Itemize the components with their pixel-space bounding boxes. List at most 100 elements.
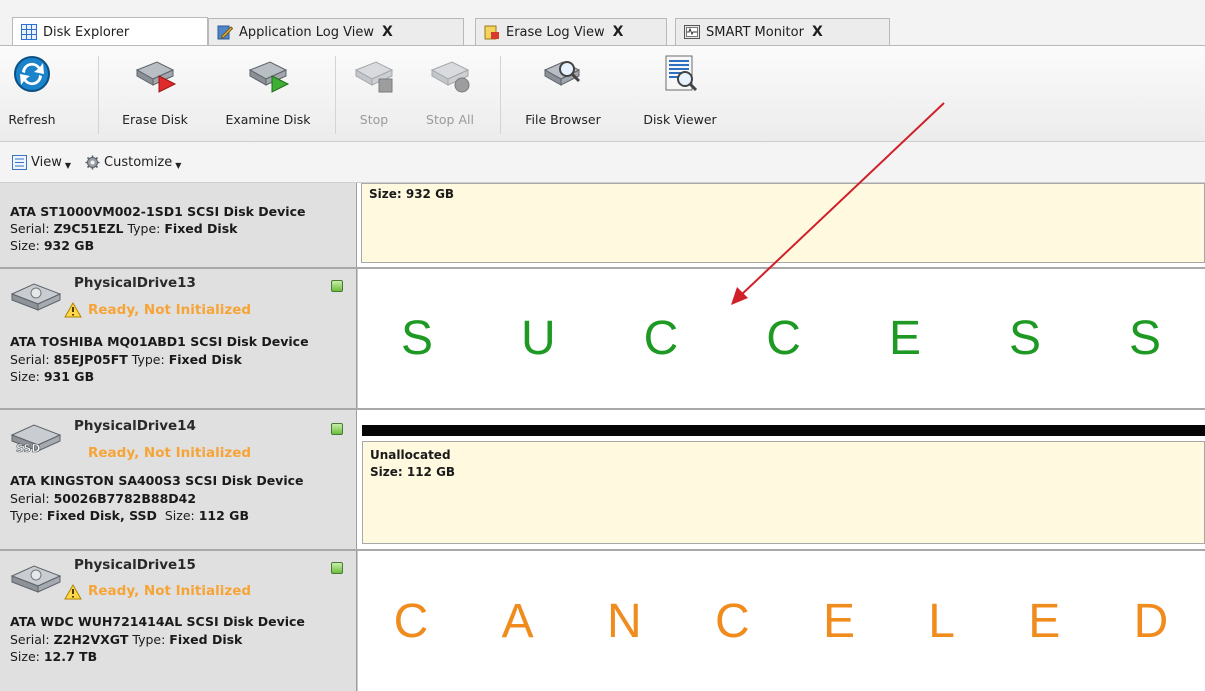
hard-disk-icon xyxy=(10,283,62,311)
disk-serial-type: Serial: Z2H2VXGT Type: Fixed Disk xyxy=(10,632,242,647)
type-value: Fixed Disk, SSD xyxy=(46,508,157,523)
hard-disk-icon xyxy=(10,565,62,593)
disk-model: ATA TOSHIBA MQ01ABD1 SCSI Disk Device xyxy=(10,334,309,349)
close-icon[interactable]: X xyxy=(613,24,624,40)
result-letter: C xyxy=(714,594,750,648)
result-letter: S xyxy=(1008,312,1041,365)
partition-box[interactable]: Size: 932 GB xyxy=(361,183,1205,263)
view-list-icon xyxy=(12,154,27,170)
disk-layout-bar xyxy=(362,425,1205,436)
type-label: Type: xyxy=(131,352,165,367)
disk-status: Ready, Not Initialized xyxy=(88,583,252,599)
serial-label: Serial: xyxy=(10,221,50,236)
stop-all-label: Stop All xyxy=(426,112,474,127)
customize-menu[interactable]: Customize ▼ xyxy=(85,155,181,170)
toolbar-divider xyxy=(98,56,99,134)
tab-label: Erase Log View xyxy=(506,24,605,40)
size-value: 932 GB xyxy=(43,238,95,253)
result-letter: C xyxy=(766,312,801,365)
disk-model: ATA KINGSTON SA400S3 SCSI Disk Device xyxy=(10,473,304,488)
view-label: View xyxy=(31,154,62,170)
examine-disk-icon xyxy=(248,61,290,93)
disk-serial: Serial: 50026B7782B88D42 xyxy=(10,491,196,506)
size-label: Size: xyxy=(10,369,40,384)
examine-disk-label: Examine Disk xyxy=(225,112,311,127)
result-letter: E xyxy=(822,594,855,648)
tab-label: SMART Monitor xyxy=(706,24,804,40)
chevron-down-icon: ▼ xyxy=(175,160,182,170)
examine-disk-button[interactable]: Examine Disk xyxy=(213,52,323,138)
size-label: Size: xyxy=(10,238,40,253)
result-success: SUCCESS xyxy=(357,269,1205,408)
stop-all-button[interactable]: Stop All xyxy=(415,52,485,138)
serial-label: Serial: xyxy=(10,352,50,367)
status-led xyxy=(331,280,343,292)
refresh-button[interactable]: Refresh xyxy=(8,52,56,138)
refresh-label: Refresh xyxy=(8,112,56,127)
gear-icon xyxy=(85,155,100,169)
disk-viewer-label: Disk Viewer xyxy=(643,112,717,127)
tab-application-log-view[interactable]: Application Log View X xyxy=(208,18,464,45)
serial-label: Serial: xyxy=(10,632,50,647)
type-label: Type: xyxy=(132,632,166,647)
tab-smart-monitor[interactable]: SMART Monitor X xyxy=(675,18,890,45)
erase-disk-label: Erase Disk xyxy=(122,112,188,127)
disk-status: Ready, Not Initialized xyxy=(88,302,252,318)
result-letter: D xyxy=(1133,594,1169,648)
disk-name: PhysicalDrive14 xyxy=(74,418,196,434)
partition-box[interactable]: Unallocated Size: 112 GB xyxy=(362,441,1205,544)
result-letter: E xyxy=(888,312,921,365)
tab-disk-explorer[interactable]: Disk Explorer xyxy=(12,17,208,46)
serial-value: Z2H2VXGT xyxy=(53,632,129,647)
disk-size: Size: 12.7 TB xyxy=(10,649,97,664)
stop-all-icon xyxy=(430,61,470,93)
customize-label: Customize xyxy=(104,154,173,170)
refresh-icon xyxy=(14,56,50,92)
tab-erase-log-view[interactable]: Erase Log View X xyxy=(475,18,667,45)
file-browser-label: File Browser xyxy=(525,112,601,127)
view-menu[interactable]: View ▼ xyxy=(12,154,71,170)
disk-partition-panel[interactable]: Size: 932 GB xyxy=(357,183,1205,267)
disk-status: Ready, Not Initialized xyxy=(88,445,252,461)
close-icon[interactable]: X xyxy=(382,24,393,40)
serial-value: 50026B7782B88D42 xyxy=(53,491,197,506)
close-icon[interactable]: X xyxy=(812,24,823,40)
type-value: Fixed Disk xyxy=(169,632,243,647)
result-letter: E xyxy=(1028,594,1061,648)
result-letter: U xyxy=(520,312,556,365)
result-letter: N xyxy=(606,594,642,648)
toolbar-divider xyxy=(335,56,336,134)
log-pencil-icon xyxy=(217,25,233,40)
result-letter: A xyxy=(501,594,534,648)
disk-info-panel[interactable]: PhysicalDrive15 Ready, Not Initialized A… xyxy=(0,551,357,691)
disk-viewer-button[interactable]: Disk Viewer xyxy=(633,52,727,138)
result-letter: C xyxy=(393,594,429,648)
view-bar: View ▼ Customize ▼ xyxy=(0,142,1205,183)
erase-disk-icon xyxy=(135,61,177,93)
disk-info-panel[interactable]: ATA ST1000VM002-1SD1 SCSI Disk Device Se… xyxy=(0,183,357,267)
size-label: Size: xyxy=(164,508,195,523)
partition-label: Unallocated xyxy=(370,448,451,462)
status-led xyxy=(331,423,343,435)
serial-label: Serial: xyxy=(10,491,50,506)
erase-log-icon xyxy=(484,25,499,40)
serial-value: 85EJP05FT xyxy=(53,352,128,367)
disk-info-panel[interactable]: SSD PhysicalDrive14 Ready, Not Initializ… xyxy=(0,410,357,549)
disk-info-panel[interactable]: PhysicalDrive13 Ready, Not Initialized A… xyxy=(0,269,357,408)
result-letter: C xyxy=(643,312,679,365)
file-browser-button[interactable]: File Browser xyxy=(515,52,611,138)
tab-label: Disk Explorer xyxy=(43,24,130,40)
type-label: Type: xyxy=(10,508,43,523)
partition-size: Size: 932 GB xyxy=(369,187,455,201)
ssd-badge: SSD xyxy=(16,442,40,455)
disk-viewer-icon xyxy=(665,55,698,92)
stop-button[interactable]: Stop xyxy=(352,52,396,138)
serial-value: Z9C51EZL xyxy=(53,221,124,236)
toolbar: Refresh Erase Disk Examine Disk Stop Sto… xyxy=(0,46,1205,142)
tab-label: Application Log View xyxy=(239,24,374,40)
type-value: Fixed Disk xyxy=(164,221,238,236)
disk-serial-type: Serial: 85EJP05FT Type: Fixed Disk xyxy=(10,352,242,367)
erase-disk-button[interactable]: Erase Disk xyxy=(114,52,196,138)
size-value: 12.7 TB xyxy=(43,649,98,664)
size-label: Size: xyxy=(10,649,40,664)
